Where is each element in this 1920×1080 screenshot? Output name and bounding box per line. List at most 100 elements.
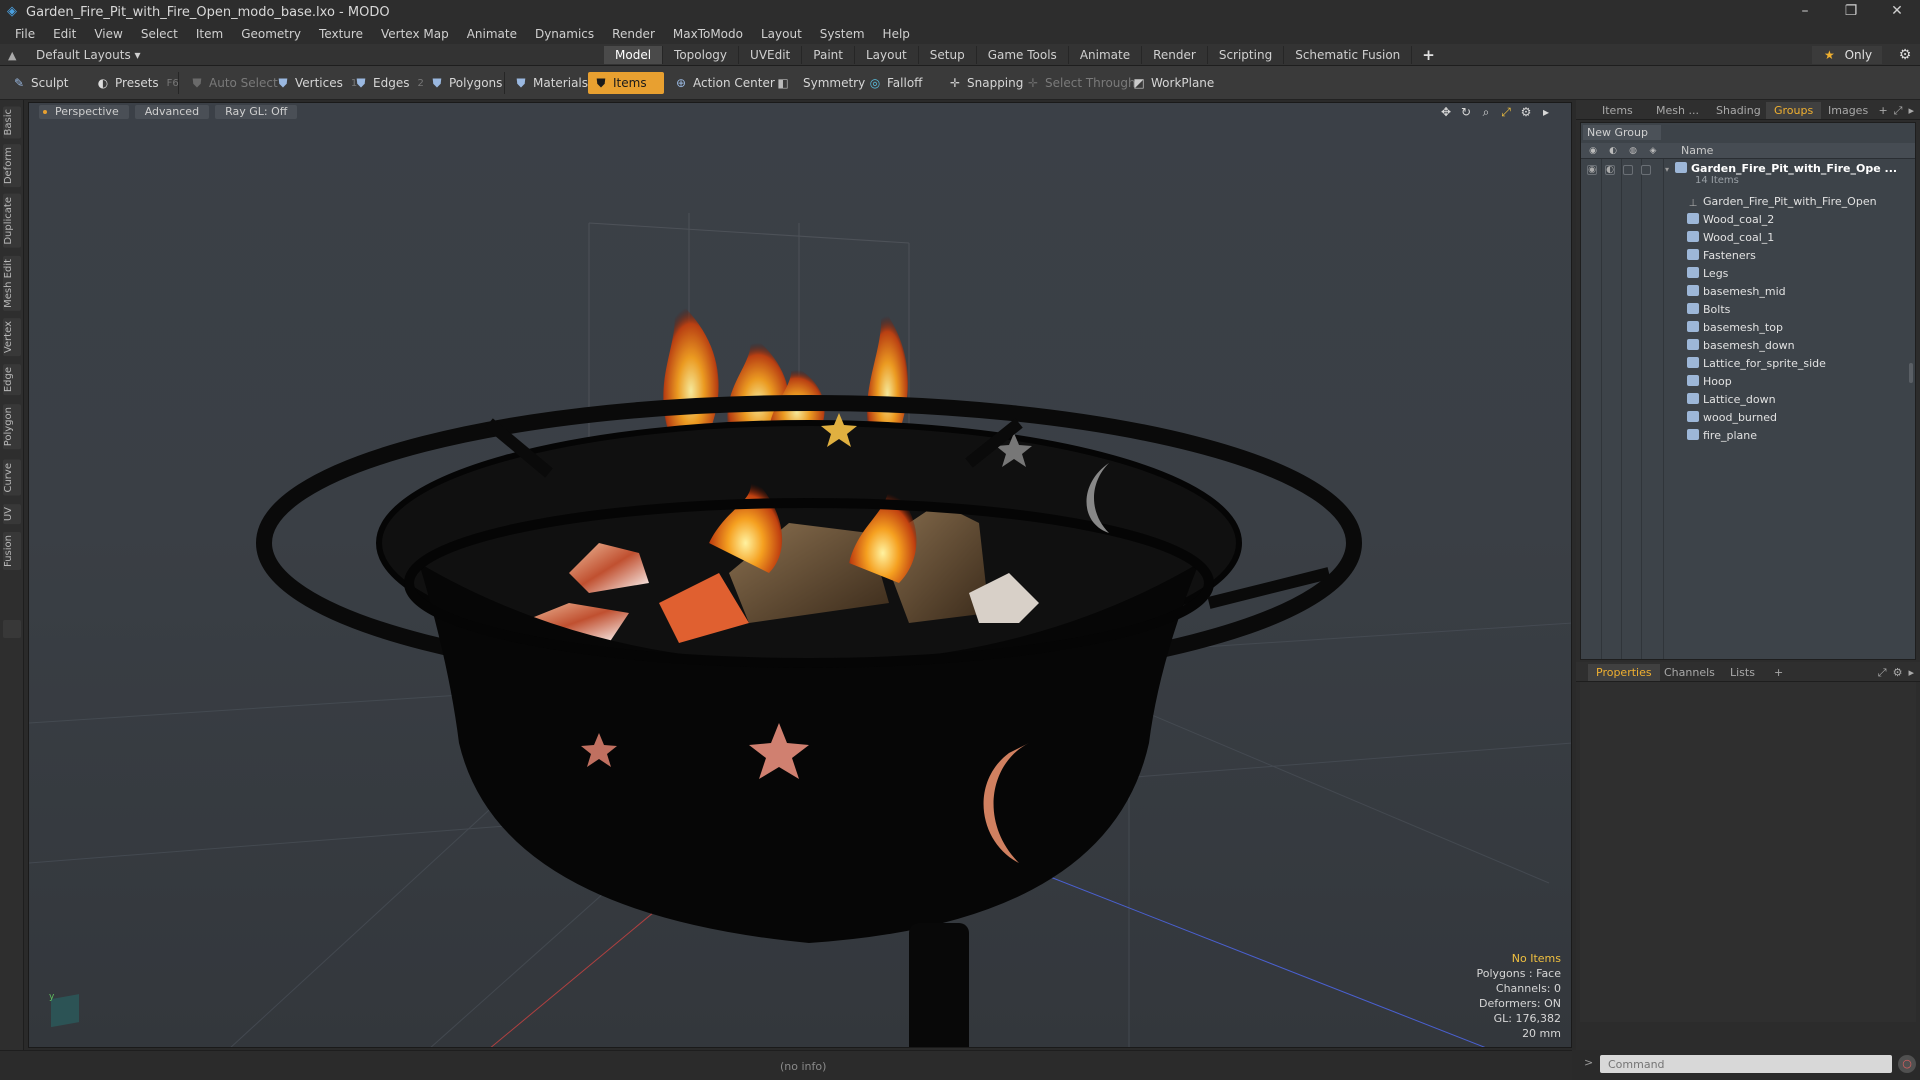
vtab-uv[interactable]: UV [3, 504, 21, 525]
raygl-toggle[interactable]: Ray GL: Off [215, 105, 298, 119]
new-group-button[interactable]: New Group [1583, 125, 1661, 140]
menu-render[interactable]: Render [603, 24, 664, 44]
shading-advanced-selector[interactable]: Advanced [134, 105, 210, 119]
tab-render[interactable]: Render [1142, 46, 1208, 64]
view-mode-selector[interactable]: Perspective [39, 105, 129, 119]
vtab-deform[interactable]: Deform [3, 144, 21, 188]
scrollbar-thumb[interactable] [1909, 363, 1913, 383]
vtab-mesh-edit[interactable]: Mesh Edit [3, 256, 21, 311]
command-input[interactable] [1600, 1055, 1892, 1073]
tab-lists[interactable]: Lists [1722, 664, 1763, 681]
tab-images[interactable]: Images [1820, 102, 1876, 119]
group-lock-toggle[interactable] [1623, 165, 1633, 175]
presets-button[interactable]: ◐ Presets F6 [90, 72, 185, 94]
name-column-header[interactable]: Name [1681, 144, 1713, 157]
pan-icon[interactable]: ✥ [1439, 105, 1453, 119]
layout-selector[interactable]: ▲ Default Layouts ▾ [8, 46, 141, 64]
tab-uvedit[interactable]: UVEdit [739, 46, 803, 64]
viewport-menu-arrow-icon[interactable]: ▸ [1539, 105, 1553, 119]
auto-select-button[interactable]: ⛊ Auto Select [184, 72, 284, 94]
menu-item[interactable]: Item [187, 24, 232, 44]
tab-channels[interactable]: Channels [1656, 664, 1723, 681]
expand-arrow-icon[interactable]: ▾ [1665, 162, 1675, 178]
menu-file[interactable]: File [6, 24, 44, 44]
only-toggle[interactable]: ★ Only [1812, 46, 1882, 64]
snapping-button[interactable]: ✛ Snapping [942, 72, 1029, 94]
list-item[interactable]: wood_burned [1687, 409, 1920, 427]
menu-vertex-map[interactable]: Vertex Map [372, 24, 458, 44]
list-item[interactable]: basemesh_down [1687, 337, 1920, 355]
list-item[interactable]: basemesh_top [1687, 319, 1920, 337]
command-history-icon[interactable]: ○ [1898, 1055, 1916, 1073]
list-item[interactable]: Fasteners [1687, 247, 1920, 265]
falloff-button[interactable]: ◎ Falloff [862, 72, 928, 94]
tab-properties[interactable]: Properties [1588, 664, 1660, 681]
zoom-icon[interactable]: ⌕ [1479, 105, 1493, 119]
group-row[interactable]: ▾ Garden_Fire_Pit_with_Fire_Ope ... 14 It… [1665, 161, 1915, 187]
menu-maxtomodo[interactable]: MaxToModo [664, 24, 752, 44]
panel-menu-icon[interactable]: ▸ [1908, 102, 1914, 119]
maximize-button[interactable]: ❐ [1828, 0, 1874, 24]
menu-edit[interactable]: Edit [44, 24, 85, 44]
menu-geometry[interactable]: Geometry [232, 24, 310, 44]
tab-shading[interactable]: Shading [1708, 102, 1769, 119]
vtab-vertex[interactable]: Vertex [3, 318, 21, 357]
menu-view[interactable]: View [85, 24, 131, 44]
lock-column-icon[interactable]: ◍ [1627, 145, 1639, 157]
materials-button[interactable]: ⛊ Materials [508, 72, 594, 94]
tab-groups[interactable]: Groups [1766, 102, 1822, 119]
menu-dynamics[interactable]: Dynamics [526, 24, 603, 44]
menu-layout[interactable]: Layout [752, 24, 811, 44]
render-column-icon[interactable]: ◐ [1607, 145, 1619, 157]
select-through-button[interactable]: ✛ Select Through [1020, 72, 1142, 94]
select-column-icon[interactable]: ◈ [1647, 145, 1659, 157]
tab-setup[interactable]: Setup [919, 46, 977, 64]
maximize-viewport-icon[interactable]: ⤢ [1499, 105, 1513, 119]
menu-select[interactable]: Select [132, 24, 187, 44]
sculpt-button[interactable]: ✎ Sculpt [6, 72, 74, 94]
tab-schematic-fusion[interactable]: Schematic Fusion [1284, 46, 1413, 64]
rotate-icon[interactable]: ↻ [1459, 105, 1473, 119]
polygons-button[interactable]: ⛊ Polygons [424, 72, 508, 94]
group-select-toggle[interactable] [1641, 165, 1651, 175]
visibility-column-eye-icon[interactable]: ◉ [1587, 145, 1599, 157]
list-item[interactable]: Bolts [1687, 301, 1920, 319]
vtab-edge[interactable]: Edge [3, 364, 21, 396]
list-item[interactable]: Legs [1687, 265, 1920, 283]
items-button[interactable]: ⛊ Items [588, 72, 664, 94]
gear-icon[interactable]: ⚙ [1896, 46, 1914, 64]
tab-scripting[interactable]: Scripting [1208, 46, 1285, 64]
list-item[interactable]: Wood_coal_1 [1687, 229, 1920, 247]
tab-layout[interactable]: Layout [855, 46, 919, 64]
list-item[interactable]: Lattice_for_sprite_side [1687, 355, 1920, 373]
viewport-gear-icon[interactable]: ⚙ [1519, 105, 1533, 119]
list-item[interactable]: Hoop [1687, 373, 1920, 391]
vtab-curve[interactable]: Curve [3, 460, 21, 496]
tab-animate[interactable]: Animate [1069, 46, 1143, 64]
panel-menu-icon[interactable]: ▸ [1908, 664, 1914, 681]
tab-model[interactable]: Model [604, 46, 664, 64]
vtab-fusion[interactable]: Fusion [3, 532, 21, 570]
vtab-basic[interactable]: Basic [3, 106, 21, 139]
menu-texture[interactable]: Texture [310, 24, 372, 44]
list-item[interactable]: Wood_coal_2 [1687, 211, 1920, 229]
action-center-button[interactable]: ⊕ Action Center [668, 72, 781, 94]
vtab-duplicate[interactable]: Duplicate [3, 194, 21, 248]
list-item[interactable]: basemesh_mid [1687, 283, 1920, 301]
tab-mesh[interactable]: Mesh ... [1648, 102, 1707, 119]
group-visibility-toggle[interactable]: ◉ [1587, 165, 1597, 175]
menu-animate[interactable]: Animate [458, 24, 526, 44]
palette-toggle-button[interactable] [3, 620, 21, 638]
edges-button[interactable]: ⛊ Edges 2 [348, 72, 430, 94]
3d-viewport[interactable]: Perspective Advanced Ray GL: Off ✥ ↻ ⌕ ⤢… [28, 102, 1572, 1048]
workplane-button[interactable]: ◩ WorkPlane [1126, 72, 1220, 94]
vtab-polygon[interactable]: Polygon [3, 404, 21, 450]
groups-scrollbar[interactable] [1909, 163, 1913, 657]
symmetry-button[interactable]: ◧ Symmetry [770, 72, 871, 94]
add-panel-tab-button[interactable]: + [1766, 664, 1791, 681]
tab-items[interactable]: Items [1594, 102, 1641, 119]
menu-help[interactable]: Help [874, 24, 919, 44]
add-tab-button[interactable]: + [1412, 46, 1445, 64]
list-item[interactable]: fire_plane [1687, 427, 1920, 445]
list-item[interactable]: ⊥ Garden_Fire_Pit_with_Fire_Open [1687, 193, 1920, 211]
